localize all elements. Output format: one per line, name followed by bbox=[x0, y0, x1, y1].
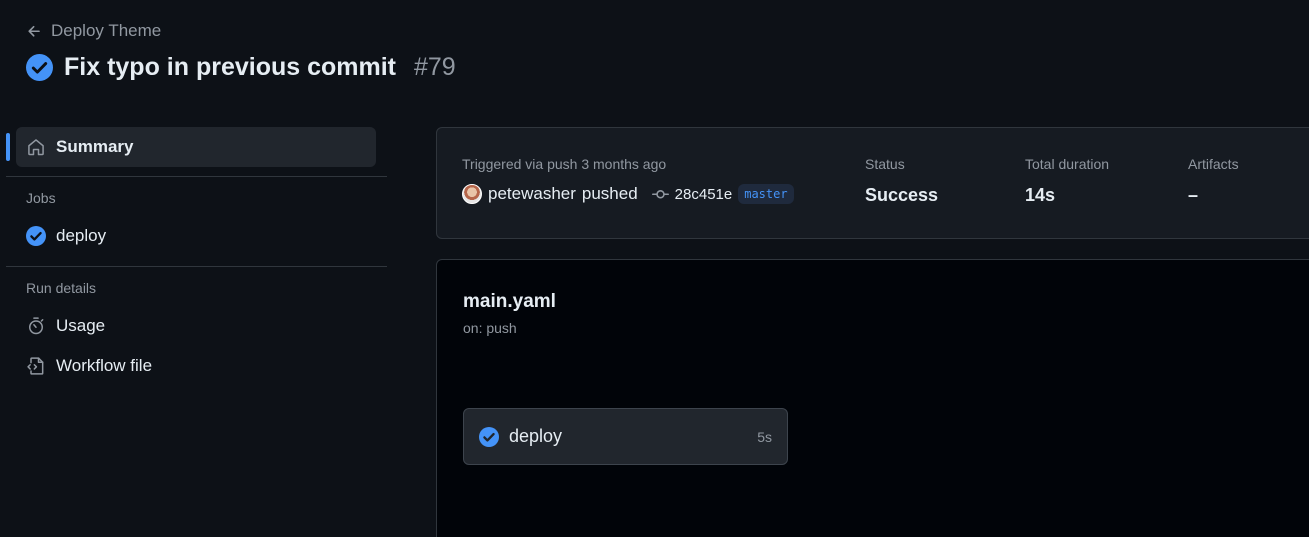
job-name: deploy bbox=[509, 426, 563, 446]
commit-sha[interactable]: 28c451e bbox=[675, 186, 733, 203]
git-commit-icon bbox=[651, 189, 669, 198]
status-value: Success bbox=[865, 185, 939, 205]
workflow-graph-panel: main.yaml on: push deploy 5s bbox=[436, 259, 1309, 537]
artifacts-column: Artifacts – bbox=[1188, 156, 1239, 206]
run-number: #79 bbox=[414, 53, 456, 81]
run-title: Fix typo in previous commit bbox=[64, 53, 396, 81]
sidebar-item-label: Usage bbox=[56, 316, 106, 335]
workflow-trigger: on: push bbox=[463, 320, 517, 336]
run-details-heading: Run details bbox=[26, 280, 97, 296]
actor-action: pushed bbox=[581, 184, 638, 203]
sidebar: Summary Jobs deploy Run details Usage Wo… bbox=[6, 127, 387, 386]
sidebar-item-label: deploy bbox=[56, 226, 107, 245]
duration-label: Total duration bbox=[1025, 156, 1110, 172]
artifacts-label: Artifacts bbox=[1188, 156, 1239, 172]
sidebar-item-label: Workflow file bbox=[56, 356, 153, 375]
check-circle-icon bbox=[479, 426, 499, 447]
trigger-text: Triggered via push 3 months ago bbox=[462, 156, 667, 172]
sidebar-item-label: Summary bbox=[56, 137, 134, 156]
jobs-heading: Jobs bbox=[26, 190, 56, 206]
sidebar-item-deploy[interactable]: deploy bbox=[16, 216, 376, 256]
duration-value: 14s bbox=[1025, 185, 1056, 205]
commit-link[interactable]: 28c451e bbox=[651, 186, 733, 203]
trigger-details: petewasher pushed 28c451e master bbox=[462, 184, 794, 204]
back-link[interactable]: Deploy Theme bbox=[26, 21, 161, 41]
check-circle-icon bbox=[26, 226, 46, 246]
file-code-icon bbox=[27, 357, 44, 375]
sidebar-item-summary[interactable]: Summary bbox=[6, 127, 376, 167]
check-circle-icon bbox=[26, 54, 53, 81]
duration-column: Total duration 14s bbox=[1025, 156, 1109, 206]
branch-badge[interactable]: master bbox=[738, 184, 794, 204]
trigger-column: Triggered via push 3 months ago petewash… bbox=[462, 156, 794, 204]
sidebar-item-workflow-file[interactable]: Workflow file bbox=[16, 346, 376, 386]
sidebar-divider bbox=[6, 176, 387, 177]
arrow-left-icon bbox=[28, 25, 40, 37]
stopwatch-icon bbox=[29, 317, 44, 335]
home-icon bbox=[28, 139, 44, 156]
back-link-label[interactable]: Deploy Theme bbox=[51, 21, 161, 41]
sidebar-divider bbox=[6, 266, 387, 267]
workflow-run-page: Deploy Theme Fix typo in previous commit… bbox=[0, 0, 1309, 537]
actor-link[interactable]: petewasher bbox=[488, 184, 576, 204]
workflow-file-name: main.yaml bbox=[463, 291, 556, 312]
status-column: Status Success bbox=[865, 156, 938, 206]
job-duration: 5s bbox=[757, 428, 772, 445]
job-card-deploy[interactable]: deploy 5s bbox=[463, 408, 788, 465]
page-title: Fix typo in previous commit #79 bbox=[26, 53, 456, 82]
avatar[interactable] bbox=[462, 184, 482, 204]
artifacts-value: – bbox=[1188, 185, 1199, 205]
sidebar-item-usage[interactable]: Usage bbox=[16, 306, 376, 346]
run-summary-panel: Triggered via push 3 months ago petewash… bbox=[436, 127, 1309, 239]
status-label: Status bbox=[865, 156, 905, 172]
